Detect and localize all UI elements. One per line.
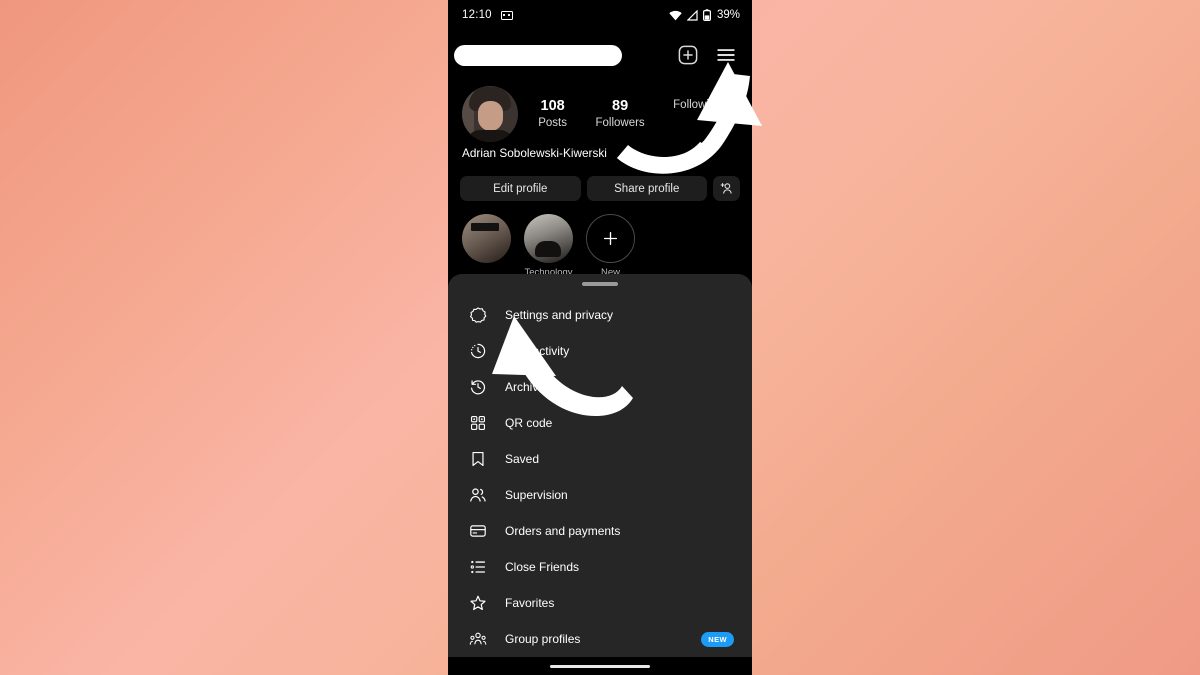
menu-item-close-friends[interactable]: Close Friends	[448, 549, 752, 585]
status-bar-right: 39%	[669, 9, 740, 21]
stat-posts-value: 108	[540, 98, 565, 114]
status-badge: NEW	[701, 631, 734, 647]
username-redaction-bar	[454, 44, 622, 66]
menu-item-group-profiles[interactable]: Group profiles NEW	[448, 621, 752, 657]
highlight-thumbnail	[524, 214, 573, 263]
system-navigation-bar	[448, 657, 752, 675]
stat-followers[interactable]: 89 Followers	[595, 97, 644, 131]
highlight-thumbnail	[462, 214, 511, 263]
header-actions	[677, 44, 740, 66]
battery-icon	[702, 9, 711, 21]
menu-list: Settings and privacy Your activity Archi…	[448, 297, 752, 657]
menu-item-favorites[interactable]: Favorites	[448, 585, 752, 621]
plus-icon	[603, 231, 618, 246]
signal-icon	[686, 9, 698, 21]
menu-item-label: Favorites	[505, 596, 555, 610]
stat-posts[interactable]: 108 Posts	[538, 97, 567, 131]
avatar[interactable]	[462, 86, 518, 142]
highlight-item[interactable]: Technology	[524, 214, 573, 278]
menu-item-label: Orders and payments	[505, 524, 621, 538]
activity-clock-icon	[468, 342, 487, 361]
menu-item-orders-and-payments[interactable]: Orders and payments	[448, 513, 752, 549]
add-person-icon	[720, 183, 732, 194]
menu-item-saved[interactable]: Saved	[448, 441, 752, 477]
menu-item-qr-code[interactable]: QR code	[448, 405, 752, 441]
plus-square-icon[interactable]	[677, 44, 699, 66]
add-highlight-circle	[586, 214, 635, 263]
home-indicator[interactable]	[550, 664, 650, 668]
wifi-icon	[669, 10, 682, 20]
menu-item-settings-and-privacy[interactable]: Settings and privacy	[448, 297, 752, 333]
gear-icon	[468, 306, 487, 325]
story-highlights-row: Technology New	[448, 214, 752, 278]
bookmark-icon	[468, 450, 487, 469]
stat-followers-label: Followers	[595, 117, 645, 129]
credit-card-icon	[468, 522, 487, 541]
stat-following[interactable]: Following	[673, 97, 722, 131]
group-profiles-icon	[468, 630, 487, 649]
profile-display-name: Adrian Sobolewski-Kiwerski	[462, 146, 607, 160]
stat-posts-label: Posts	[538, 117, 567, 129]
star-icon	[468, 594, 487, 613]
notification-icon	[500, 10, 513, 20]
menu-item-label: Close Friends	[505, 560, 580, 574]
menu-item-label: Settings and privacy	[505, 308, 614, 322]
highlight-add-item[interactable]: New	[586, 214, 635, 278]
list-icon	[468, 558, 487, 577]
qr-code-icon	[468, 414, 487, 433]
bottom-sheet-menu: Settings and privacy Your activity Archi…	[448, 274, 752, 657]
menu-item-label: Saved	[505, 452, 540, 466]
menu-item-supervision[interactable]: Supervision	[448, 477, 752, 513]
menu-item-archive[interactable]: Archive	[448, 369, 752, 405]
status-bar: 12:10 39%	[448, 0, 752, 30]
profile-header	[448, 36, 752, 74]
hamburger-menu-icon[interactable]	[715, 44, 737, 66]
menu-item-label: Your activity	[505, 344, 570, 358]
battery-percentage: 39%	[716, 9, 740, 21]
phone-screen: 12:10 39% 108 Posts 89 Followers Followi…	[448, 0, 752, 675]
stat-following-label: Following	[673, 99, 722, 111]
menu-item-your-activity[interactable]: Your activity	[448, 333, 752, 369]
add-person-button[interactable]	[713, 176, 740, 201]
edit-profile-button[interactable]: Edit profile	[460, 176, 581, 201]
menu-item-label: Archive	[505, 380, 546, 394]
profile-stats: 108 Posts 89 Followers Following	[518, 97, 738, 131]
menu-item-label: Group profiles	[505, 632, 581, 646]
status-bar-left: 12:10	[462, 9, 513, 21]
sheet-drag-handle[interactable]	[582, 282, 618, 286]
status-bar-clock: 12:10	[462, 9, 492, 21]
highlight-item[interactable]	[462, 214, 511, 278]
menu-item-label: QR code	[505, 416, 553, 430]
share-profile-button[interactable]: Share profile	[586, 176, 707, 201]
supervision-people-icon	[468, 486, 487, 505]
stat-followers-value: 89	[612, 98, 629, 114]
wallpaper-backdrop: 12:10 39% 108 Posts 89 Followers Followi…	[0, 0, 1200, 675]
profile-summary-row: 108 Posts 89 Followers Following	[448, 86, 752, 142]
menu-item-label: Supervision	[505, 488, 568, 502]
profile-action-buttons: Edit profile Share profile	[448, 176, 752, 201]
archive-history-icon	[468, 378, 487, 397]
